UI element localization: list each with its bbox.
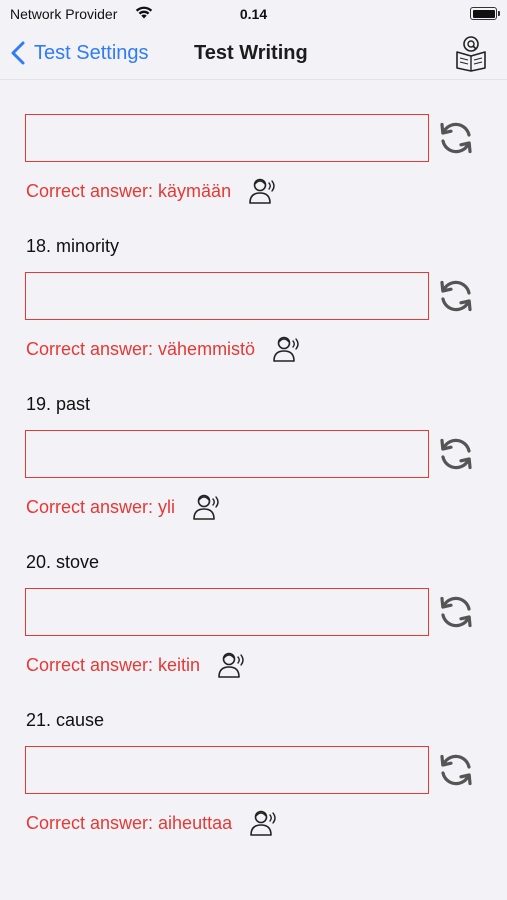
correct-answer: Correct answer: käymään bbox=[26, 177, 278, 207]
status-bar: Network Provider 0.14 bbox=[0, 0, 507, 28]
question-label: 21. cause bbox=[26, 710, 105, 730]
pronounce-button[interactable] bbox=[192, 491, 222, 521]
answer-input[interactable] bbox=[25, 114, 429, 162]
refresh-icon bbox=[440, 596, 472, 628]
navigation-bar: Test Settings Test Writing bbox=[0, 28, 507, 80]
answer-input[interactable] bbox=[25, 272, 429, 320]
refresh-button[interactable] bbox=[436, 118, 476, 158]
pronounce-button[interactable] bbox=[272, 333, 302, 363]
speaker-person-icon bbox=[249, 178, 275, 204]
speaker-person-icon bbox=[273, 336, 299, 362]
pronounce-button[interactable] bbox=[217, 649, 247, 679]
status-time: 0.14 bbox=[239, 6, 268, 22]
back-button[interactable]: Test Settings bbox=[8, 38, 149, 68]
correct-answer-text: Correct answer: vähemmistö bbox=[26, 338, 256, 359]
correct-answer-text: Correct answer: käymään bbox=[26, 180, 232, 201]
page-title: Test Writing bbox=[194, 42, 308, 64]
correct-answer: Correct answer: yli bbox=[26, 493, 222, 523]
refresh-button[interactable] bbox=[436, 750, 476, 790]
refresh-icon bbox=[440, 122, 472, 154]
refresh-icon bbox=[440, 438, 472, 470]
pronounce-button[interactable] bbox=[249, 807, 279, 837]
back-button-label: Test Settings bbox=[34, 41, 149, 64]
refresh-icon bbox=[440, 754, 472, 786]
answer-input[interactable] bbox=[25, 588, 429, 636]
battery-icon bbox=[470, 7, 500, 20]
speaker-person-icon bbox=[193, 494, 219, 520]
correct-answer: Correct answer: vähemmistö bbox=[26, 335, 302, 365]
refresh-icon bbox=[440, 280, 472, 312]
question-label: 19. past bbox=[26, 394, 91, 414]
pronounce-button[interactable] bbox=[248, 175, 278, 205]
answer-input[interactable] bbox=[25, 430, 429, 478]
correct-answer-text: Correct answer: yli bbox=[26, 496, 176, 517]
refresh-button[interactable] bbox=[436, 276, 476, 316]
refresh-button[interactable] bbox=[436, 434, 476, 474]
question-label: 18. minority bbox=[26, 236, 120, 256]
answer-input[interactable] bbox=[25, 746, 429, 794]
speaker-person-icon bbox=[250, 810, 276, 836]
correct-answer: Correct answer: keitin bbox=[26, 651, 247, 681]
book-icon bbox=[456, 36, 486, 72]
speaker-person-icon bbox=[218, 652, 244, 678]
dictionary-button[interactable] bbox=[454, 34, 488, 72]
refresh-button[interactable] bbox=[436, 592, 476, 632]
correct-answer-text: Correct answer: keitin bbox=[26, 654, 201, 675]
chevron-left-icon bbox=[11, 41, 25, 65]
correct-answer-text: Correct answer: aiheuttaa bbox=[26, 812, 233, 833]
question-label: 20. stove bbox=[26, 552, 100, 572]
correct-answer: Correct answer: aiheuttaa bbox=[26, 809, 279, 839]
